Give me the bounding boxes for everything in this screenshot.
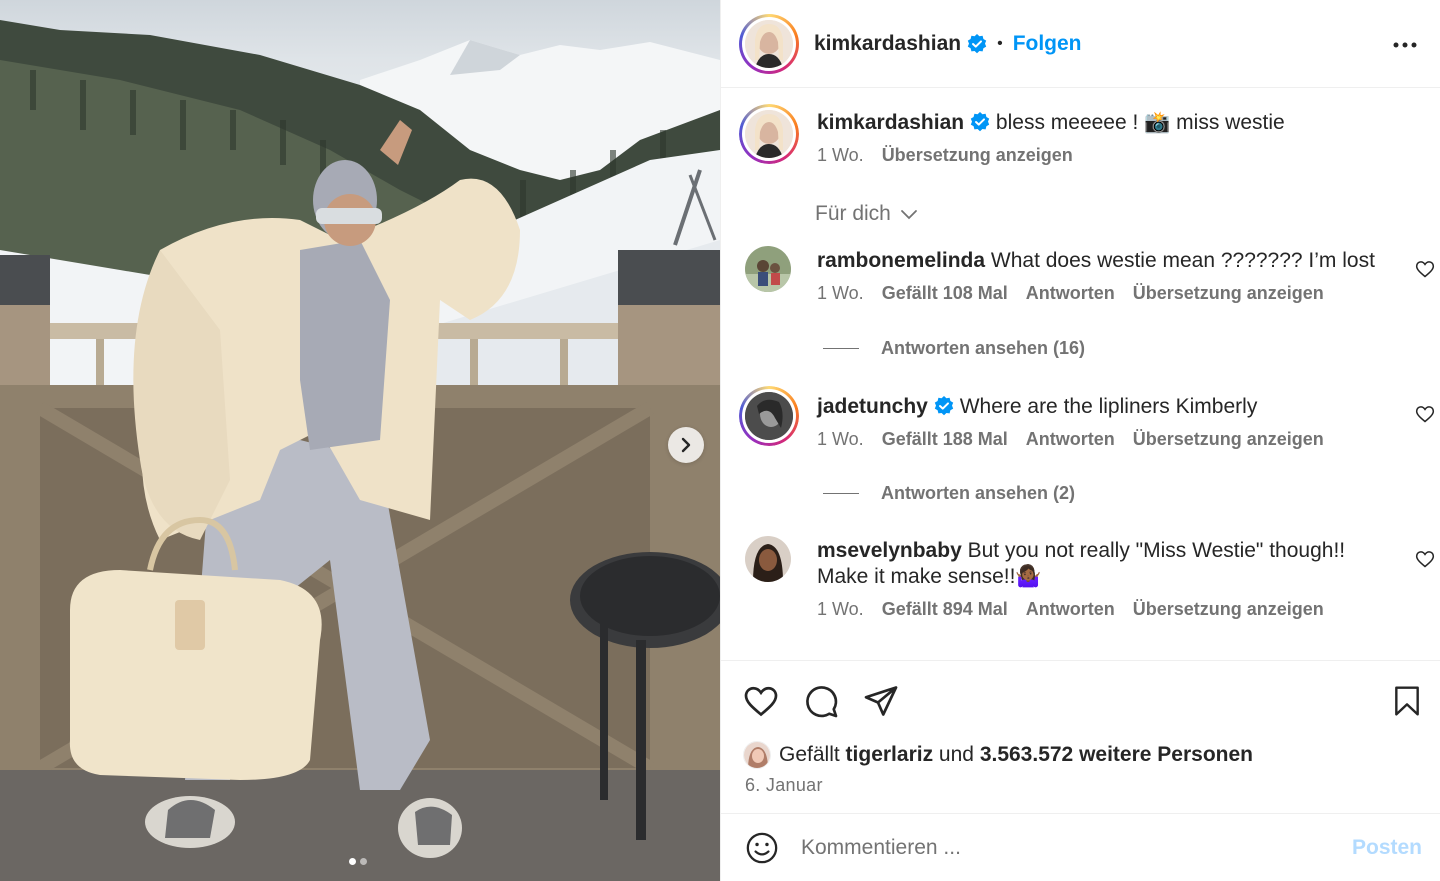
caption-username[interactable]: kimkardashian [817,111,964,134]
caption-text: bless meeeee ! 📸 miss westie [995,111,1285,134]
post-header: kimkardashian • Folgen [721,0,1440,88]
smiley-icon[interactable] [745,831,779,865]
chevron-right-icon [681,437,691,453]
author-avatar[interactable] [739,13,799,74]
verified-badge-icon [967,33,987,53]
reply-button[interactable]: Antworten [1026,429,1115,450]
reply-button[interactable]: Antworten [1026,599,1115,620]
comment-username[interactable]: jadetunchy [817,395,928,418]
likes-connector: und [938,743,974,766]
verified-badge-icon [934,396,954,416]
post-actions: Gefällt tigerlariz und 3.563.572 weitere… [721,660,1440,814]
paper-plane-icon[interactable] [863,683,899,719]
likes-prefix: Gefällt [779,743,840,766]
post-comment-button[interactable]: Posten [1352,836,1422,860]
replies-line [823,493,859,494]
view-replies-button[interactable]: Antworten ansehen (2) [823,483,1075,504]
caption-avatar-image [745,110,793,158]
verified-badge-icon [970,112,990,132]
follow-button[interactable]: Folgen [1013,32,1082,56]
translate-link[interactable]: Übersetzung anzeigen [1133,429,1324,450]
comment-time: 1 Wo. [817,599,864,619]
comment-text: Where are the lipliners Kimberly [959,395,1258,418]
translate-link[interactable]: Übersetzung anzeigen [1133,283,1324,304]
next-image-button[interactable] [668,427,704,463]
comment-avatar[interactable] [745,536,791,582]
bookmark-icon[interactable] [1391,683,1423,719]
replies-line [823,348,859,349]
carousel-dot [360,858,367,865]
caption-time: 1 Wo. [817,145,864,165]
liker-username[interactable]: tigerlariz [846,743,934,767]
post-image[interactable] [0,0,720,881]
view-replies-button[interactable]: Antworten ansehen (16) [823,338,1085,359]
comment-likes[interactable]: Gefällt 108 Mal [882,283,1008,304]
carousel-indicator [349,858,367,865]
more-options-icon[interactable] [1392,32,1418,58]
comment-avatar-image [745,392,793,440]
comment-input[interactable] [801,835,1321,860]
post-detail-panel: kimkardashian • Folgen kimkardashian ble… [720,0,1440,881]
header-separator: • [997,34,1003,52]
liker-avatar-image [744,742,770,768]
comment-bubble-icon[interactable] [803,683,839,719]
likes-others[interactable]: 3.563.572 weitere Personen [980,743,1253,767]
comment-likes[interactable]: Gefällt 894 Mal [882,599,1008,620]
comment-avatar-image [745,246,791,292]
heart-icon[interactable] [743,683,779,719]
liker-avatar [743,741,771,769]
comment-item: msevelynbaby But you not really "Miss We… [739,536,1435,636]
comment-sort-dropdown[interactable]: Für dich [815,202,919,226]
comment-username[interactable]: rambonemelinda [817,249,985,272]
view-replies-label: Antworten ansehen (16) [881,338,1086,358]
comment-heart-icon[interactable] [1415,259,1435,279]
post-photo-illustration [0,20,720,881]
comment-avatar[interactable] [745,246,791,292]
likes-summary[interactable]: Gefällt tigerlariz und 3.563.572 weitere… [743,741,1253,769]
comment-heart-icon[interactable] [1415,549,1435,569]
comment-sort-label: Für dich [815,202,891,225]
comment-time: 1 Wo. [817,429,864,449]
translate-link[interactable]: Übersetzung anzeigen [1133,599,1324,620]
comment-composer: Posten [721,814,1440,881]
comments-section[interactable]: kimkardashian bless meeeee ! 📸 miss west… [721,88,1440,660]
carousel-dot-active [349,858,356,865]
caption-author-avatar[interactable] [739,104,799,164]
author-avatar-image [745,19,793,68]
caption-translate-link[interactable]: Übersetzung anzeigen [882,145,1073,166]
comment-avatar[interactable] [739,386,799,446]
reply-button[interactable]: Antworten [1026,283,1115,304]
view-replies-label: Antworten ansehen (2) [881,483,1076,503]
comment-avatar-image [745,536,791,582]
comment-time: 1 Wo. [817,283,864,303]
comment-username[interactable]: msevelynbaby [817,539,962,562]
chevron-down-icon [900,210,917,220]
post-date: 6. Januar [745,775,823,795]
comment-text: What does westie mean ??????? I’m lost [990,249,1375,272]
author-username[interactable]: kimkardashian [814,32,961,56]
comment-heart-icon[interactable] [1415,404,1435,424]
comment-likes[interactable]: Gefällt 188 Mal [882,429,1008,450]
